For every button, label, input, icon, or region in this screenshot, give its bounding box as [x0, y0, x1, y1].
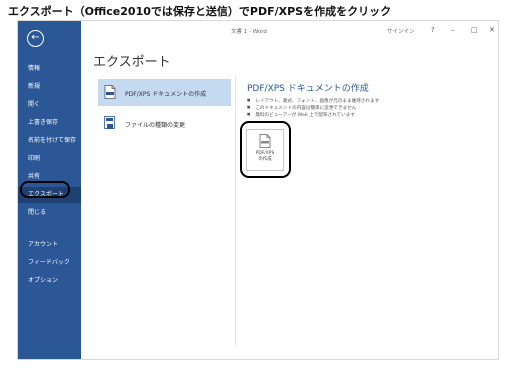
detail-pane: PDF/XPS ドキュメントの作成 レイアウト、書式、フォント、画像が元のまま維… — [247, 81, 487, 119]
caption: エクスポート（Office2010では保存と送信）でPDF/XPSを作成をクリッ… — [8, 5, 392, 18]
sidebar-item-feedback[interactable]: フィードバック — [18, 255, 81, 271]
button-highlight-outline — [240, 121, 291, 178]
export-options: PDF/XPS ドキュメントの作成 ファイルの種類の変更 — [98, 79, 231, 141]
page-title: エクスポート — [93, 55, 171, 70]
backstage-sidebar: ← 情報 新規 開く 上書き保存 名前を付けて保存 印刷 共有 エクスポート 閉… — [18, 21, 81, 359]
option-label: ファイルの種類の変更 — [125, 122, 186, 129]
option-create-pdf-xps[interactable]: PDF/XPS ドキュメントの作成 — [98, 79, 231, 106]
close-icon[interactable]: ✕ — [489, 26, 495, 34]
sidebar-item-print[interactable]: 印刷 — [18, 151, 81, 167]
bullet-item: このドキュメントの内容は簡単に変更できません — [247, 105, 487, 112]
restore-icon[interactable]: □ — [471, 26, 478, 34]
detail-title: PDF/XPS ドキュメントの作成 — [247, 84, 369, 94]
pane-divider — [235, 76, 236, 346]
file-type-icon — [104, 116, 115, 129]
sidebar-item-close[interactable]: 閉じる — [18, 205, 81, 221]
option-label: PDF/XPS ドキュメントの作成 — [125, 91, 207, 98]
help-icon[interactable]: ? — [431, 26, 435, 34]
minimize-icon[interactable]: – — [451, 26, 455, 34]
word-window: ← 情報 新規 開く 上書き保存 名前を付けて保存 印刷 共有 エクスポート 閉… — [17, 20, 499, 360]
sidebar-item-new[interactable]: 新規 — [18, 79, 81, 95]
detail-bullets: レイアウト、書式、フォント、画像が元のまま維持されます このドキュメントの内容は… — [247, 98, 487, 119]
export-highlight-outline — [20, 181, 70, 198]
back-arrow-icon[interactable]: ← — [27, 30, 44, 47]
option-change-file-type[interactable]: ファイルの種類の変更 — [98, 110, 231, 137]
document-title: 文書 1 - Word — [231, 29, 267, 35]
sidebar-item-save[interactable]: 上書き保存 — [18, 115, 81, 131]
sidebar-item-save-as[interactable]: 名前を付けて保存 — [18, 133, 81, 149]
sidebar-item-open[interactable]: 開く — [18, 97, 81, 113]
bullet-item: レイアウト、書式、フォント、画像が元のまま維持されます — [247, 98, 487, 105]
title-bar: 文書 1 - Word サインイン ? – □ ✕ — [81, 21, 498, 39]
sidebar-nav: 情報 新規 開く 上書き保存 名前を付けて保存 印刷 共有 エクスポート 閉じる… — [18, 61, 81, 291]
sidebar-item-options[interactable]: オプション — [18, 273, 81, 289]
pdf-document-icon — [104, 85, 116, 99]
sidebar-item-info[interactable]: 情報 — [18, 61, 81, 77]
sidebar-item-account[interactable]: アカウント — [18, 237, 81, 253]
bullet-item: 無料のビューアーが Web 上で配布されています — [247, 112, 487, 119]
signin-link[interactable]: サインイン — [387, 27, 415, 35]
